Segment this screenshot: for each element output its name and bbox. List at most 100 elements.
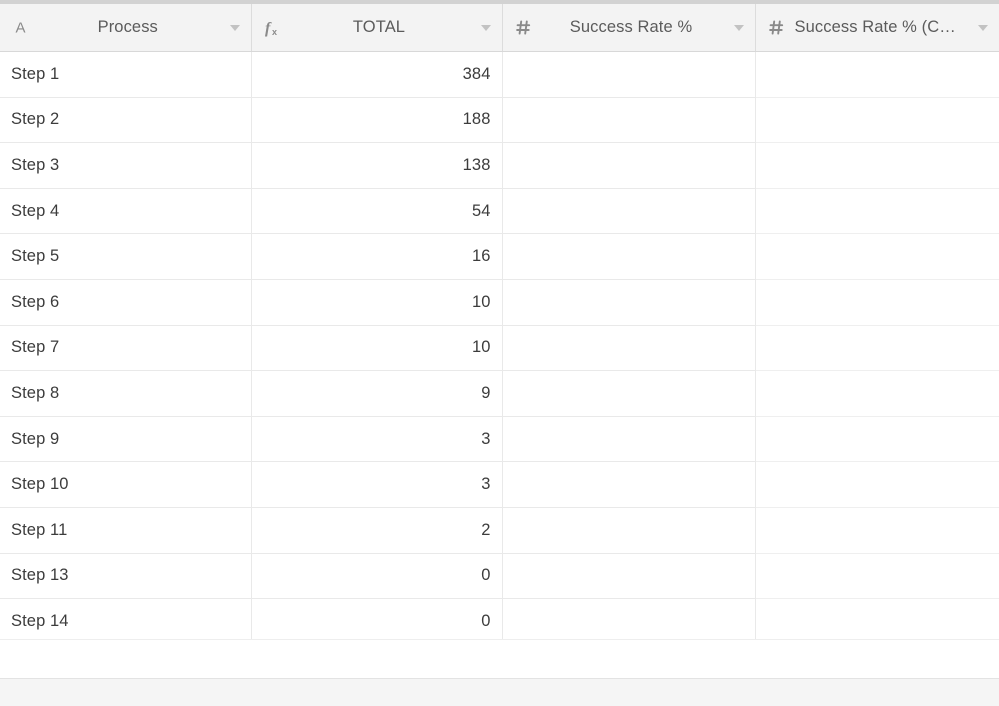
table-row[interactable]: Step 7 10	[0, 325, 999, 372]
table-cell-success-rate[interactable]	[502, 97, 756, 144]
column-header-label: TOTAL	[352, 18, 406, 36]
table-cell-process[interactable]: Step 2	[0, 97, 252, 144]
cell-value: Step 2	[11, 110, 60, 129]
table-cell-success-rate-cum[interactable]	[755, 97, 999, 144]
cell-value: Step 11	[11, 520, 68, 539]
table-cell-process[interactable]: Step 13	[0, 553, 252, 600]
chevron-down-icon[interactable]	[733, 24, 744, 31]
footer-bar[interactable]	[0, 678, 999, 706]
table-cell-total[interactable]: 10	[251, 325, 503, 372]
table-row[interactable]: Step 8 9	[0, 370, 999, 417]
column-header-success-rate[interactable]: Success Rate %	[502, 4, 756, 52]
table-cell-success-rate[interactable]	[502, 461, 756, 508]
table-cell-process[interactable]: Step 10	[0, 461, 252, 508]
table-row[interactable]: Step 6 10	[0, 279, 999, 326]
table-row[interactable]: Step 9 3	[0, 416, 999, 463]
table-cell-success-rate[interactable]	[502, 142, 756, 189]
table-cell-process[interactable]: Step 7	[0, 325, 252, 372]
table-cell-process[interactable]: Step 4	[0, 188, 252, 235]
table-cell-success-rate[interactable]	[502, 51, 756, 98]
table-cell-success-rate[interactable]	[502, 233, 756, 280]
cell-value: Step 14	[11, 611, 69, 630]
number-field-icon	[767, 18, 786, 37]
table-cell-process[interactable]: Step 11	[0, 507, 252, 554]
table-cell-success-rate-cum[interactable]	[755, 553, 999, 600]
column-header-process[interactable]: A Process	[0, 4, 252, 52]
table-cell-success-rate-cum[interactable]	[755, 416, 999, 463]
table-row[interactable]: Step 2 188	[0, 97, 999, 144]
table-cell-process[interactable]: Step 14	[0, 598, 252, 645]
table-cell-total[interactable]: 0	[251, 553, 503, 600]
table-row[interactable]: Step 10 3	[0, 461, 999, 508]
table-cell-success-rate-cum[interactable]	[755, 461, 999, 508]
table-cell-total[interactable]: 138	[251, 142, 503, 189]
table-cell-process[interactable]: Step 6	[0, 279, 252, 326]
table-cell-success-rate-cum[interactable]	[755, 325, 999, 372]
table-cell-success-rate[interactable]	[502, 416, 756, 463]
cell-value	[756, 439, 999, 440]
cell-value: Step 4	[11, 201, 60, 220]
cell-value: Step 13	[11, 566, 69, 585]
grid-scroll-area[interactable]: A Process f x TOTAL Success Rate % Succe…	[0, 4, 999, 678]
table-cell-success-rate-cum[interactable]	[755, 507, 999, 554]
table-row[interactable]: Step 14 0	[0, 598, 999, 645]
cell-value	[756, 393, 999, 394]
cell-value: Step 1	[11, 64, 60, 83]
table-row[interactable]: Step 3 138	[0, 142, 999, 189]
cell-value: 3	[481, 475, 491, 494]
cell-value	[503, 439, 755, 440]
cell-value: 10	[471, 292, 491, 311]
svg-text:A: A	[15, 20, 25, 37]
table-cell-total[interactable]: 3	[251, 416, 503, 463]
cell-value	[756, 621, 999, 622]
table-cell-process[interactable]: Step 5	[0, 233, 252, 280]
table-row[interactable]: Step 5 16	[0, 233, 999, 280]
table-cell-total[interactable]: 3	[251, 461, 503, 508]
table-cell-success-rate[interactable]	[502, 507, 756, 554]
chevron-down-icon[interactable]	[229, 24, 240, 31]
table-cell-success-rate[interactable]	[502, 325, 756, 372]
cell-value: 138	[462, 155, 491, 174]
table-cell-process[interactable]: Step 3	[0, 142, 252, 189]
column-header-label: Success Rate %	[569, 18, 693, 36]
cell-value	[756, 530, 999, 531]
table-cell-process[interactable]: Step 9	[0, 416, 252, 463]
chevron-down-icon[interactable]	[480, 24, 491, 31]
table-cell-success-rate[interactable]	[502, 279, 756, 326]
table-cell-success-rate-cum[interactable]	[755, 279, 999, 326]
table-cell-success-rate-cum[interactable]	[755, 370, 999, 417]
table-cell-process[interactable]: Step 1	[0, 51, 252, 98]
column-header-total[interactable]: f x TOTAL	[251, 4, 503, 52]
table-cell-success-rate-cum[interactable]	[755, 142, 999, 189]
grid-empty-area[interactable]	[0, 639, 999, 678]
chevron-down-icon[interactable]	[978, 24, 988, 31]
table-cell-total[interactable]: 188	[251, 97, 503, 144]
table-cell-success-rate[interactable]	[502, 598, 756, 645]
table-cell-success-rate-cum[interactable]	[755, 233, 999, 280]
table-cell-total[interactable]: 0	[251, 598, 503, 645]
table-cell-success-rate[interactable]	[502, 553, 756, 600]
table-cell-success-rate-cum[interactable]	[755, 188, 999, 235]
table-cell-total[interactable]: 54	[251, 188, 503, 235]
table-cell-total[interactable]: 2	[251, 507, 503, 554]
cell-value	[756, 347, 999, 348]
table-cell-process[interactable]: Step 8	[0, 370, 252, 417]
cell-value: 3	[481, 429, 491, 448]
cell-value: Step 10	[11, 475, 69, 494]
table-cell-total[interactable]: 9	[251, 370, 503, 417]
table-cell-success-rate-cum[interactable]	[755, 51, 999, 98]
column-header-success-rate-cum[interactable]: Success Rate % (CUM)	[755, 4, 999, 52]
table-cell-success-rate[interactable]	[502, 188, 756, 235]
table-cell-success-rate-cum[interactable]	[755, 598, 999, 645]
cell-value	[503, 621, 755, 622]
table-row[interactable]: Step 4 54	[0, 188, 999, 235]
table-cell-total[interactable]: 10	[251, 279, 503, 326]
table-cell-success-rate[interactable]	[502, 370, 756, 417]
table-cell-total[interactable]: 16	[251, 233, 503, 280]
table-row[interactable]: Step 11 2	[0, 507, 999, 554]
table-row[interactable]: Step 13 0	[0, 553, 999, 600]
table-row[interactable]: Step 1 384	[0, 51, 999, 98]
table-cell-total[interactable]: 384	[251, 51, 503, 98]
number-field-icon	[514, 18, 533, 37]
spreadsheet-grid-app: A Process f x TOTAL Success Rate % Succe…	[0, 0, 999, 706]
